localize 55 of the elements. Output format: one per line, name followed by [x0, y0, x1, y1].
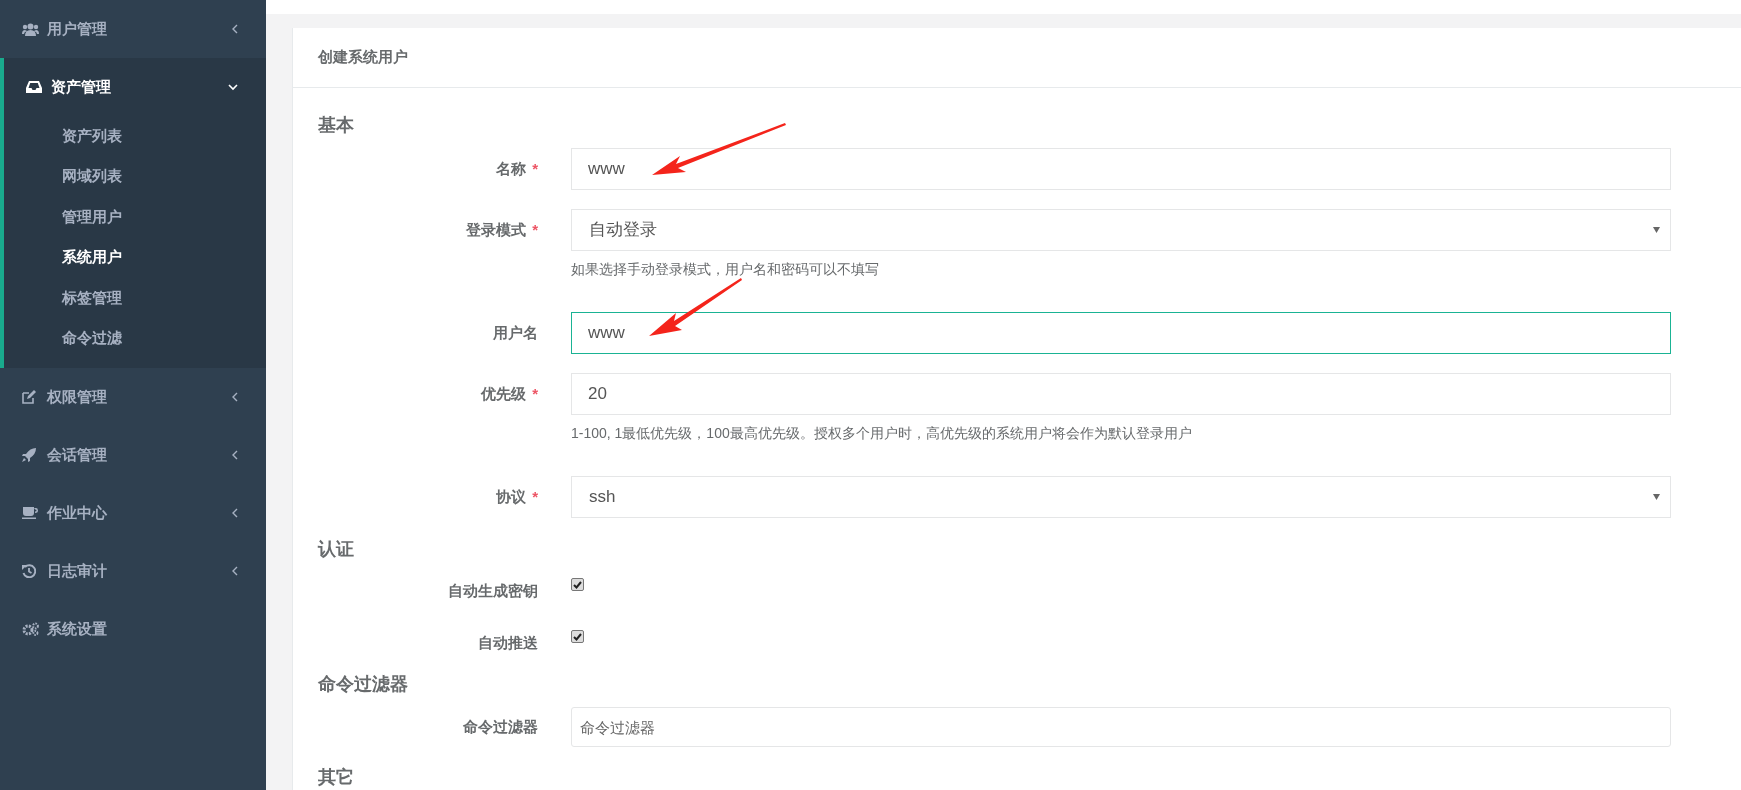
submenu-item[interactable]: 网域列表 [4, 156, 266, 197]
required-mark: * [532, 486, 538, 507]
section-heading: 基本 [318, 114, 354, 137]
text-field[interactable]: 20 [571, 373, 1671, 415]
submenu-item[interactable]: 资产列表 [4, 116, 266, 157]
sidebar-item[interactable]: 日志审计 [0, 542, 266, 601]
submenu-item[interactable]: 系统用户 [4, 237, 266, 278]
required-mark: * [532, 383, 538, 404]
field-label: 协议 [496, 486, 527, 507]
inbox-icon [26, 81, 42, 93]
gears-icon [22, 622, 39, 637]
chevron-down-icon [228, 83, 238, 91]
chevron-left-icon [232, 566, 238, 577]
field-label: 登录模式 [466, 219, 527, 240]
cup-icon [22, 507, 38, 520]
sidebar-item[interactable]: 用户管理 [0, 0, 266, 58]
required-mark: * [532, 158, 538, 179]
checkbox[interactable] [571, 578, 584, 591]
select-dropdown[interactable]: 自动登录 [571, 209, 1671, 251]
submenu-item[interactable]: 命令过滤 [4, 317, 266, 359]
field-label: 自动生成密钥 [448, 581, 538, 601]
section-heading: 命令过滤器 [318, 673, 408, 696]
edit-icon [22, 390, 37, 405]
history-icon [22, 564, 36, 579]
sidebar-item[interactable]: 权限管理 [0, 368, 266, 427]
users-icon [22, 22, 39, 36]
field-label: 命令过滤器 [463, 716, 538, 737]
text-field[interactable]: www [571, 148, 1671, 190]
field-label: 自动推送 [478, 633, 538, 653]
sidebar-item[interactable]: 作业中心 [0, 484, 266, 543]
sidebar-item[interactable]: 资产管理 [4, 58, 266, 116]
submenu-item[interactable]: 标签管理 [4, 277, 266, 318]
select-dropdown[interactable]: ssh [571, 476, 1671, 518]
help-text: 如果选择手动登录模式，用户名和密码可以不填写 [571, 260, 879, 279]
multi-select-field[interactable]: 命令过滤器 [571, 707, 1671, 747]
chevron-left-icon [232, 450, 238, 461]
field-label: 优先级 [481, 383, 527, 404]
section-heading: 其它 [318, 766, 354, 789]
sidebar-item[interactable]: 会话管理 [0, 426, 266, 485]
text-field[interactable]: www [571, 312, 1671, 354]
caret-icon [1653, 494, 1660, 500]
caret-icon [1653, 227, 1660, 233]
field-label: 用户名 [493, 322, 538, 343]
sidebar-item[interactable]: 系统设置 [0, 600, 266, 659]
section-heading: 认证 [318, 538, 354, 561]
chevron-left-icon [232, 508, 238, 519]
submenu-item[interactable]: 管理用户 [4, 196, 266, 238]
field-label: 名称 [496, 158, 527, 179]
checkbox[interactable] [571, 630, 584, 643]
help-text: 1-100, 1最低优先级，100最高优先级。授权多个用户时，高优先级的系统用户将会作为默认登录用户 [571, 424, 1192, 443]
rocket-icon [22, 448, 36, 463]
required-mark: * [532, 219, 538, 240]
chevron-left-icon [232, 392, 238, 403]
chevron-left-icon [232, 24, 238, 34]
card-title: 创建系统用户 [318, 47, 408, 68]
